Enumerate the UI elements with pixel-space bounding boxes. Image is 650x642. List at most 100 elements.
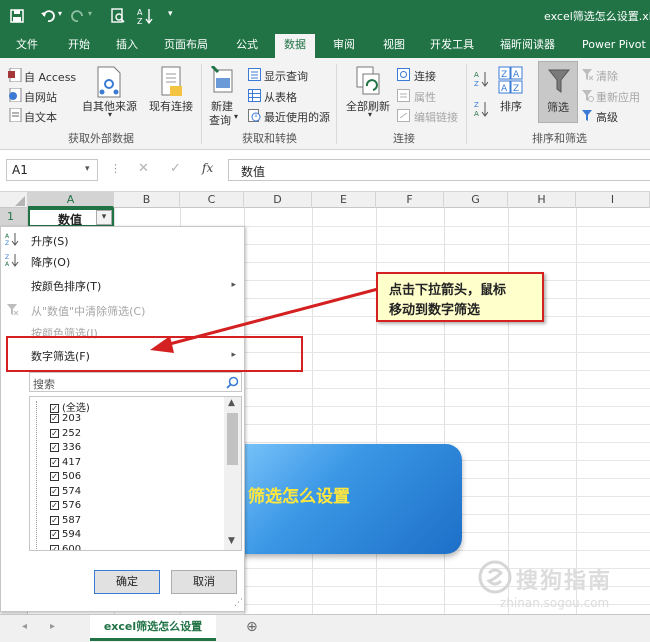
menu-clear-filter[interactable]: 从"数值"中清除筛选(C) bbox=[31, 303, 145, 319]
existing-connections-button[interactable]: 现有连接 bbox=[149, 98, 193, 114]
scroll-left-icon[interactable]: ◂ bbox=[22, 621, 27, 632]
tab-developer[interactable]: 开发工具 bbox=[430, 32, 474, 58]
resize-grip-icon[interactable]: ⋰ bbox=[234, 598, 243, 608]
list-item[interactable]: ✓ 506 bbox=[50, 471, 81, 482]
checkbox-checked-icon[interactable]: ✓ bbox=[50, 457, 59, 467]
cancel-edit-icon[interactable]: ✕ bbox=[138, 161, 149, 176]
tab-formulas[interactable]: 公式 bbox=[236, 32, 258, 58]
scroll-thumb[interactable] bbox=[227, 413, 238, 465]
row-header-1[interactable]: 1 bbox=[0, 208, 27, 226]
tab-power-pivot[interactable]: Power Pivot bbox=[582, 32, 646, 58]
list-item[interactable]: ✓ 574 bbox=[50, 486, 81, 497]
checkbox-checked-icon[interactable]: ✓ bbox=[50, 529, 59, 539]
sheet-tab-bar: ◂ ▸ excel筛选怎么设置 ⊕ bbox=[0, 614, 650, 642]
checkbox-checked-icon[interactable]: ✓ bbox=[50, 471, 59, 481]
scroll-right-icon[interactable]: ▸ bbox=[50, 621, 55, 632]
list-item[interactable]: ✓ 594 bbox=[50, 529, 81, 540]
name-box-dropdown-icon[interactable]: ▾ bbox=[85, 164, 90, 174]
list-item[interactable]: ✓ 576 bbox=[50, 500, 81, 511]
column-header-c[interactable]: C bbox=[180, 192, 244, 208]
column-header-f[interactable]: F bbox=[376, 192, 444, 208]
column-header-i[interactable]: I bbox=[576, 192, 650, 208]
formula-input[interactable]: 数值 bbox=[228, 159, 650, 181]
from-table-button[interactable]: 从表格 bbox=[264, 89, 297, 105]
show-queries-button[interactable]: 显示查询 bbox=[264, 68, 308, 84]
filter-dropdown-button[interactable]: ▾ bbox=[96, 210, 112, 225]
sort-button[interactable]: 排序 bbox=[500, 98, 522, 114]
list-item[interactable]: ✓ 587 bbox=[50, 515, 81, 526]
list-item[interactable]: ✓ 600 bbox=[50, 544, 81, 550]
insert-function-icon[interactable]: fx bbox=[202, 161, 213, 175]
tab-data[interactable]: 数据 bbox=[275, 34, 315, 58]
callout-line-1: 点击下拉箭头，鼠标 bbox=[389, 283, 507, 298]
tab-home[interactable]: 开始 bbox=[68, 32, 90, 58]
confirm-edit-icon[interactable]: ✓ bbox=[170, 161, 181, 176]
checkbox-checked-icon[interactable]: ✓ bbox=[50, 428, 59, 438]
checkbox-checked-icon[interactable]: ✓ bbox=[50, 403, 59, 413]
checkbox-checked-icon[interactable]: ✓ bbox=[50, 500, 59, 510]
column-header-g[interactable]: G bbox=[444, 192, 508, 208]
list-item[interactable]: ✓ 203 bbox=[50, 413, 81, 424]
tab-insert[interactable]: 插入 bbox=[116, 32, 138, 58]
clear-filter-button[interactable]: 清除 bbox=[596, 68, 618, 84]
customize-toolbar-icon[interactable]: ▾ bbox=[168, 9, 173, 19]
recent-sources-button[interactable]: 最近使用的源 bbox=[264, 109, 330, 125]
tab-review[interactable]: 审阅 bbox=[333, 32, 355, 58]
tab-file[interactable]: 文件 bbox=[16, 32, 38, 58]
reapply-icon bbox=[582, 90, 594, 102]
new-query-dropdown-icon[interactable]: ▾ bbox=[234, 112, 238, 121]
menu-sort-ascending[interactable]: 升序(S) bbox=[31, 233, 69, 249]
checkbox-checked-icon[interactable]: ✓ bbox=[50, 442, 59, 452]
select-all-corner[interactable] bbox=[0, 192, 28, 208]
from-text-button[interactable]: 自文本 bbox=[24, 109, 57, 125]
reapply-button[interactable]: 重新应用 bbox=[596, 89, 640, 105]
edit-links-button[interactable]: 编辑链接 bbox=[414, 109, 458, 125]
list-item[interactable]: ✓ 336 bbox=[50, 442, 81, 453]
checkbox-checked-icon[interactable]: ✓ bbox=[50, 515, 59, 525]
scroll-up-icon[interactable]: ▲ bbox=[228, 398, 235, 408]
filter-search-box[interactable]: 搜索 bbox=[29, 372, 242, 392]
tab-foxit-reader[interactable]: 福昕阅读器 bbox=[500, 32, 555, 58]
undo-icon[interactable] bbox=[40, 8, 56, 24]
clear-filter-icon bbox=[582, 69, 594, 81]
list-scrollbar[interactable]: ▲ ▼ bbox=[224, 397, 241, 550]
list-item[interactable]: ✓ (全选) bbox=[50, 399, 90, 414]
connections-button[interactable]: 连接 bbox=[414, 68, 436, 84]
column-header-b[interactable]: B bbox=[114, 192, 180, 208]
column-header-a[interactable]: A bbox=[28, 192, 114, 208]
checkbox-checked-icon[interactable]: ✓ bbox=[50, 544, 59, 550]
name-box[interactable]: A1 ▾ bbox=[6, 159, 98, 181]
list-item[interactable]: ✓ 252 bbox=[50, 428, 81, 439]
menu-sort-by-color[interactable]: 按颜色排序(T) bbox=[31, 278, 101, 294]
save-icon[interactable] bbox=[10, 9, 24, 23]
properties-button[interactable]: 属性 bbox=[414, 89, 436, 105]
list-item[interactable]: ✓ 417 bbox=[50, 457, 81, 468]
cancel-button[interactable]: 取消 bbox=[171, 570, 237, 594]
tab-page-layout[interactable]: 页面布局 bbox=[164, 32, 208, 58]
scroll-down-icon[interactable]: ▼ bbox=[228, 536, 235, 546]
other-sources-dropdown-icon[interactable]: ▾ bbox=[108, 110, 112, 119]
filter-button[interactable]: 筛选 bbox=[538, 61, 578, 123]
refresh-all-dropdown-icon[interactable]: ▾ bbox=[368, 110, 372, 119]
redo-dropdown-icon[interactable]: ▾ bbox=[88, 9, 92, 18]
ok-button[interactable]: 确定 bbox=[94, 570, 160, 594]
sort-descending-icon[interactable]: ZA bbox=[474, 100, 488, 118]
checkbox-checked-icon[interactable]: ✓ bbox=[50, 413, 59, 423]
sort-az-icon[interactable]: AZ bbox=[137, 7, 153, 25]
column-header-e[interactable]: E bbox=[312, 192, 376, 208]
sort-ascending-icon[interactable]: AZ bbox=[474, 70, 488, 88]
redo-icon[interactable] bbox=[70, 8, 86, 24]
sheet-tab-active[interactable]: excel筛选怎么设置 bbox=[90, 615, 216, 641]
checkbox-checked-icon[interactable]: ✓ bbox=[50, 486, 59, 496]
cell-a1[interactable]: 数值 ▾ bbox=[28, 208, 114, 227]
from-web-button[interactable]: 自网站 bbox=[24, 89, 57, 105]
column-header-d[interactable]: D bbox=[244, 192, 312, 208]
advanced-filter-button[interactable]: 高级 bbox=[596, 109, 618, 125]
add-sheet-icon[interactable]: ⊕ bbox=[246, 619, 258, 635]
column-header-h[interactable]: H bbox=[508, 192, 576, 208]
tab-view[interactable]: 视图 bbox=[383, 32, 405, 58]
print-preview-icon[interactable] bbox=[110, 8, 126, 24]
from-access-button[interactable]: 自 Access bbox=[24, 69, 76, 85]
menu-sort-descending[interactable]: 降序(O) bbox=[31, 254, 70, 270]
undo-dropdown-icon[interactable]: ▾ bbox=[58, 9, 62, 18]
